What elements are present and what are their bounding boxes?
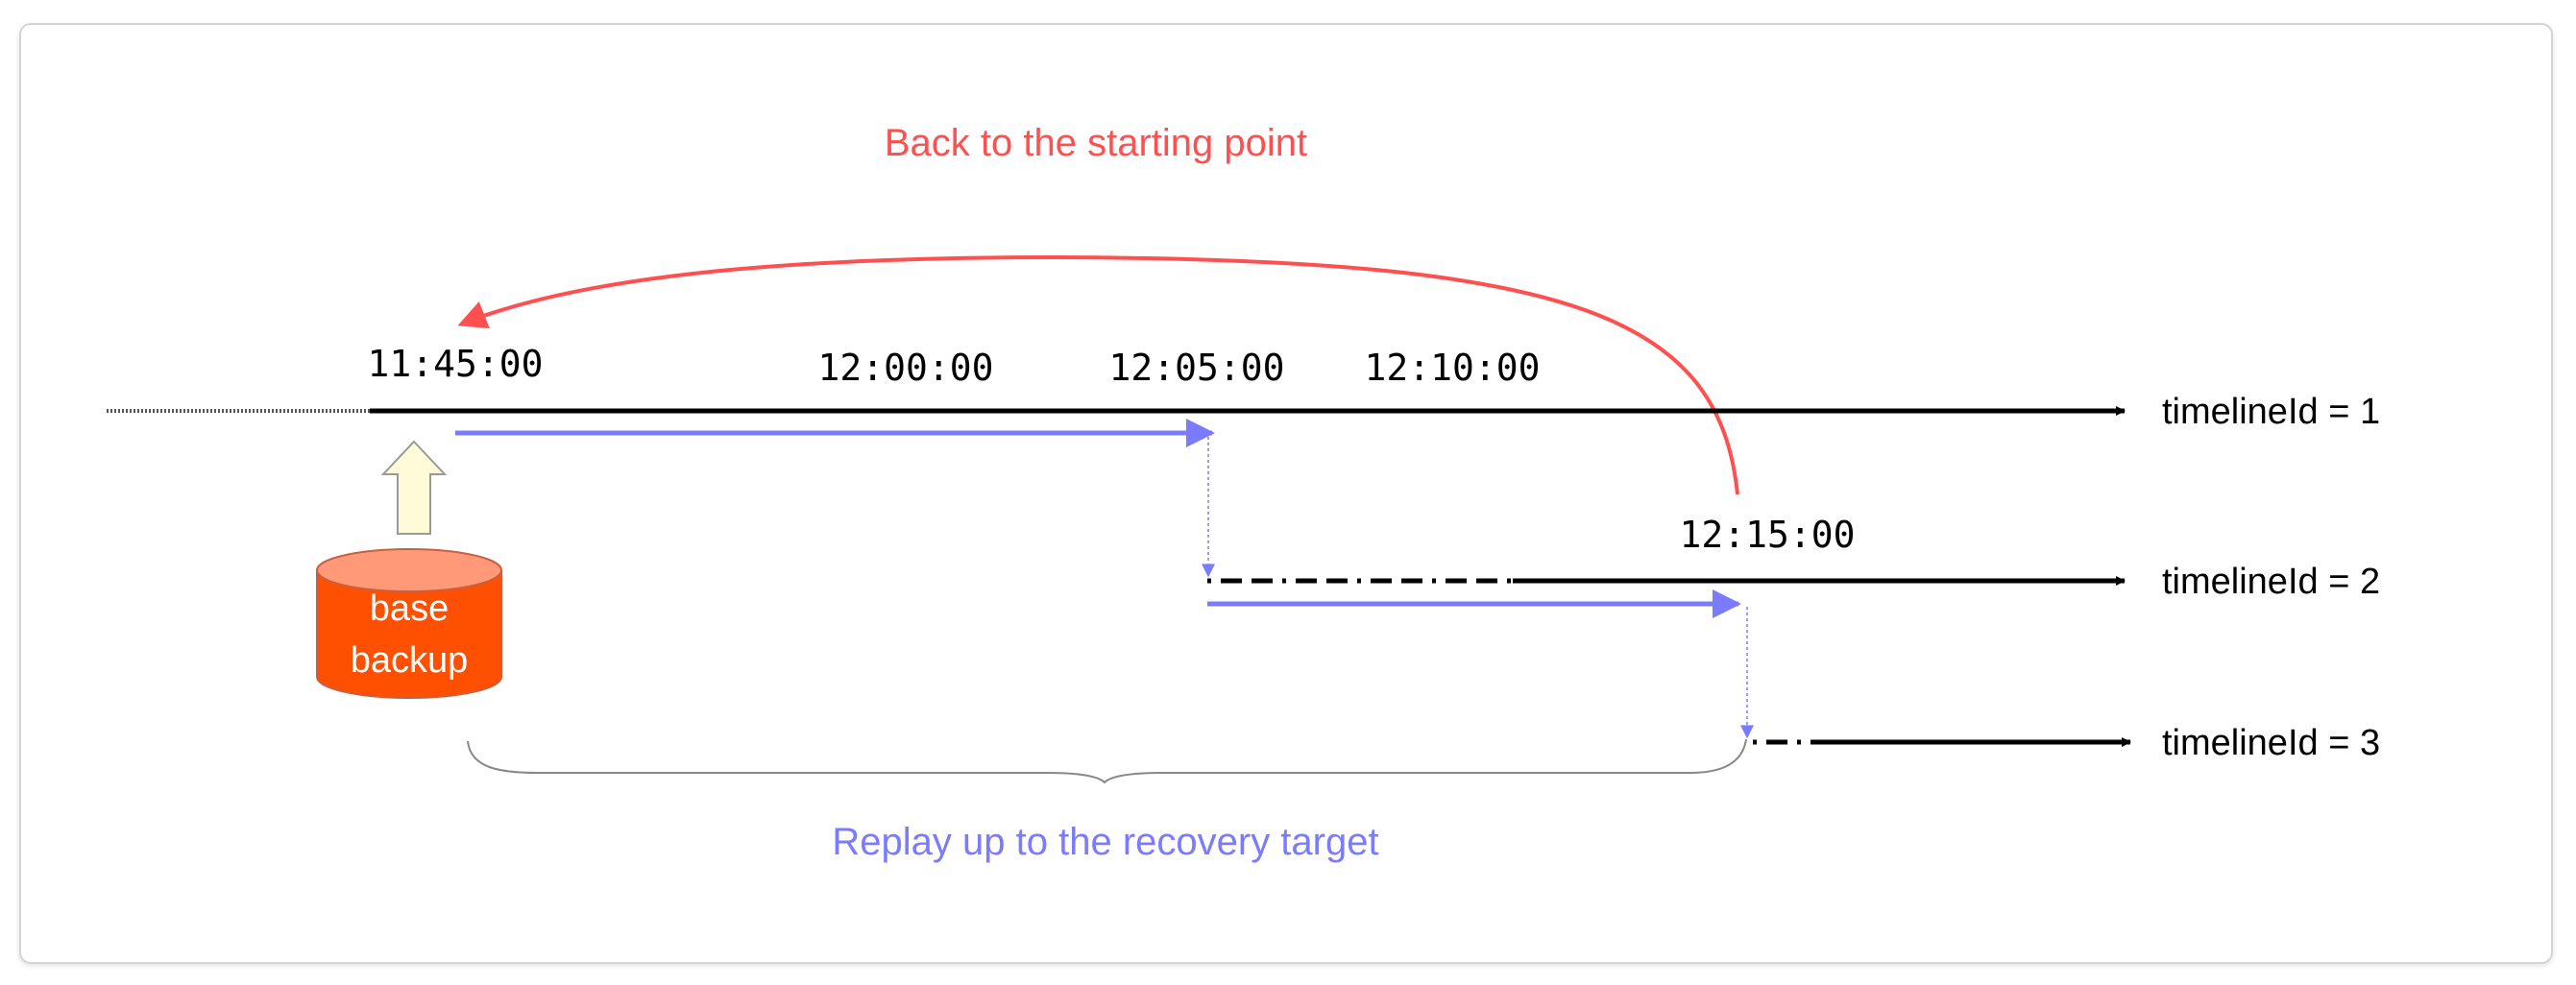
timeline-1-label: timelineId = 1 <box>2162 392 2380 432</box>
timeline-2-label: timelineId = 2 <box>2162 562 2380 602</box>
replay-range-brace <box>467 738 1747 784</box>
back-to-start-label: Back to the starting point <box>885 122 1307 164</box>
database-icon: base backup <box>316 548 502 699</box>
timeline-3-label: timelineId = 3 <box>2162 723 2380 763</box>
back-arrow <box>457 254 1739 495</box>
up-arrow-icon <box>380 440 448 535</box>
time-label: 12:00:00 <box>817 347 993 389</box>
backup-label-line2: backup <box>351 640 469 681</box>
time-label: 12:10:00 <box>1364 347 1540 389</box>
time-label: 12:05:00 <box>1108 347 1284 389</box>
time-label: 11:45:00 <box>367 343 543 385</box>
time-label: 12:15:00 <box>1679 514 1855 556</box>
timeline-diagram: Back to the starting point 11:45:00 12:0… <box>107 122 2380 863</box>
backup-label-line1: base <box>370 589 449 629</box>
replay-label: Replay up to the recovery target <box>832 821 1378 863</box>
